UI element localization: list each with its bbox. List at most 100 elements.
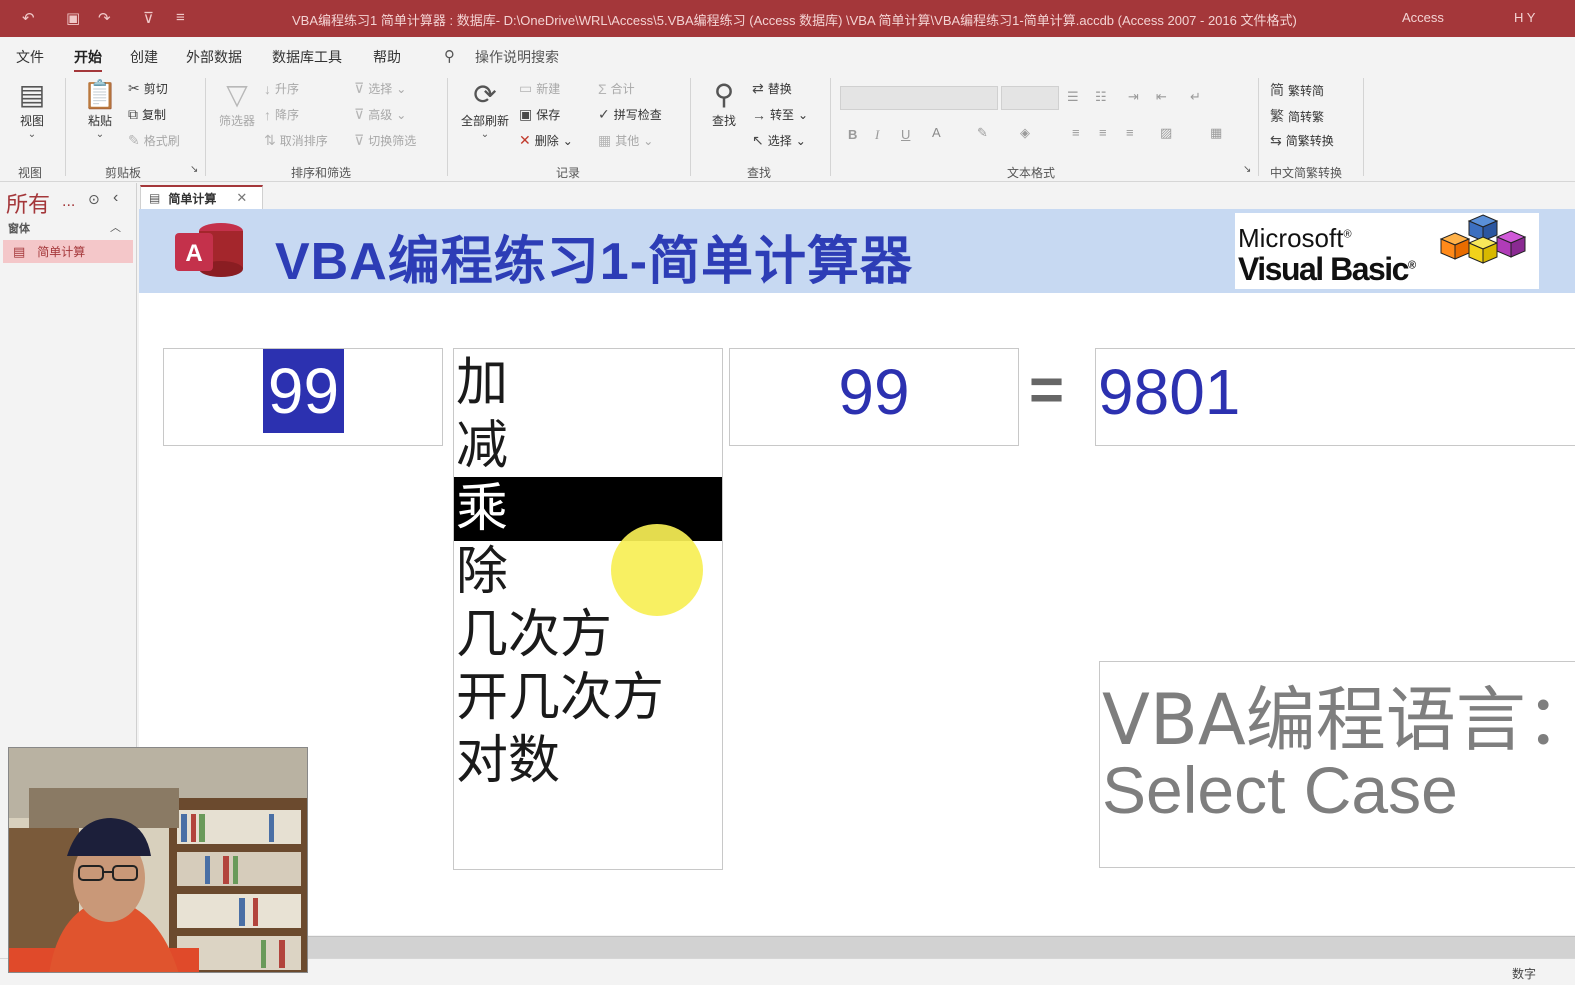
indent-increase-icon[interactable]: ⇥ xyxy=(1128,89,1139,105)
group-label-views: 视图 xyxy=(18,166,43,180)
indent-decrease-icon[interactable]: ⇤ xyxy=(1156,89,1167,105)
remove-sort-label: 取消排序 xyxy=(279,134,328,148)
copy-label: 复制 xyxy=(142,108,167,122)
horizontal-scrollbar[interactable] xyxy=(139,936,1575,958)
nav-item-form[interactable]: ▤ 简单计算 xyxy=(3,240,133,263)
operand1-textbox[interactable]: 99 xyxy=(163,348,443,446)
tab-home[interactable]: 开始 xyxy=(74,47,102,73)
view-button[interactable]: ▤ 视图 ⌄ xyxy=(10,78,54,140)
vb-logo-microsoft-text: Microsoft xyxy=(1238,223,1344,253)
ribbon-divider xyxy=(65,78,66,176)
align-center-icon[interactable]: ≡ xyxy=(1099,125,1107,140)
result-textbox[interactable]: 9801 xyxy=(1095,348,1575,446)
remove-sort-button[interactable]: ⇅ 取消排序 xyxy=(264,132,328,149)
operation-option-subtract[interactable]: 减 xyxy=(454,414,722,478)
filter-icon[interactable]: ⊽ xyxy=(143,9,154,27)
sort-ascending-button[interactable]: ↓ 升序 xyxy=(264,80,299,97)
new-record-button[interactable]: ▭ 新建 xyxy=(519,80,560,97)
collapse-pane-icon[interactable]: ‹ xyxy=(113,189,118,207)
bullets-icon[interactable]: ☰ xyxy=(1067,89,1079,105)
operation-option-power[interactable]: 几次方 xyxy=(454,603,722,667)
save-icon[interactable]: ▣ xyxy=(66,9,80,27)
nav-section-forms[interactable]: 窗体 xyxy=(8,220,30,236)
form-icon: ▤ xyxy=(13,243,26,259)
gridlines-icon[interactable]: ▦ xyxy=(1210,125,1222,141)
tab-database-tools[interactable]: 数据库工具 xyxy=(272,47,342,67)
close-icon[interactable]: ✕ xyxy=(236,190,247,206)
filter-button[interactable]: ▽ 筛选器 xyxy=(214,78,260,129)
font-color-icon[interactable]: A xyxy=(932,125,941,140)
delete-record-button[interactable]: ✕ 删除 ⌄ xyxy=(519,132,573,149)
scissors-icon: ✂ xyxy=(128,80,140,96)
nav-pane-more[interactable]: ... xyxy=(62,193,75,211)
operand2-textbox[interactable]: 99 xyxy=(729,348,1019,446)
tab-file[interactable]: 文件 xyxy=(16,47,44,67)
select-button[interactable]: ↖ 选择 ⌄ xyxy=(752,132,806,149)
spelling-button[interactable]: ✓ 拼写检查 xyxy=(598,106,662,123)
operation-option-log[interactable]: 对数 xyxy=(454,729,722,793)
nav-pane-title[interactable]: 所有 xyxy=(6,187,50,219)
refresh-all-button[interactable]: ⟳ 全部刷新 ⌄ xyxy=(455,78,515,140)
tab-help[interactable]: 帮助 xyxy=(373,47,401,67)
copy-button[interactable]: ⧉ 复制 xyxy=(128,106,166,123)
format-painter-button[interactable]: ✎ 格式刷 xyxy=(128,132,180,149)
fill-color-icon[interactable]: ◈ xyxy=(1020,125,1030,141)
chevron-down-icon: ⌄ xyxy=(643,133,654,148)
tab-create[interactable]: 创建 xyxy=(130,47,158,67)
align-right-icon[interactable]: ≡ xyxy=(1126,125,1134,140)
customize-qat-icon[interactable]: ≡ xyxy=(176,9,185,26)
find-label: 查找 xyxy=(711,114,736,128)
equals-sign: = xyxy=(1029,356,1065,423)
chinese-convert-label: 简繁转换 xyxy=(1285,134,1334,148)
lightbulb-search-icon[interactable]: ⚲ xyxy=(444,47,455,65)
tab-external-data[interactable]: 外部数据 xyxy=(186,47,242,67)
visual-basic-logo: Microsoft® Visual Basic® xyxy=(1235,213,1539,289)
dialog-launcher-icon[interactable]: ↘ xyxy=(1243,164,1251,175)
numbering-icon[interactable]: ☷ xyxy=(1095,89,1107,105)
convert-icon: ⇆ xyxy=(1270,132,1282,148)
operation-option-root[interactable]: 开几次方 xyxy=(454,666,722,730)
font-size-select[interactable] xyxy=(1001,86,1059,110)
sort-descending-button[interactable]: ↑ 降序 xyxy=(264,106,299,123)
paragraph-direction-icon[interactable]: ↵ xyxy=(1190,89,1201,105)
totals-button[interactable]: Σ 合计 xyxy=(598,80,635,97)
operation-listbox[interactable]: 加 减 乘 除 几次方 开几次方 对数 xyxy=(453,348,723,870)
chevron-up-icon[interactable]: ︿ xyxy=(110,219,121,235)
find-button[interactable]: ⚲ 查找 xyxy=(702,78,746,129)
ribbon-divider xyxy=(690,78,691,176)
background-image-icon[interactable]: ▨ xyxy=(1160,125,1172,141)
redo-icon[interactable]: ↷ xyxy=(98,9,111,27)
selection-filter-button[interactable]: ⊽ 选择 ⌄ xyxy=(354,80,406,97)
paste-button[interactable]: 📋 粘贴 ⌄ xyxy=(78,78,122,140)
bold-button[interactable]: B xyxy=(848,127,857,142)
ribbon-divider xyxy=(447,78,448,176)
user-initials[interactable]: H Y xyxy=(1514,10,1535,25)
document-tab[interactable]: ▤ 简单计算 ✕ xyxy=(140,185,263,209)
replace-button[interactable]: ⇄ 替换 xyxy=(752,80,792,97)
operation-option-add[interactable]: 加 xyxy=(454,351,722,415)
nav-pane-menu-icon[interactable]: ⊙ xyxy=(88,191,100,208)
chinese-convert-button[interactable]: ⇆ 简繁转换 xyxy=(1270,132,1334,149)
replace-label: 替换 xyxy=(767,82,792,96)
sort-ascending-icon: ↓ xyxy=(264,80,271,97)
app-name: Access xyxy=(1402,10,1444,25)
view-label: 视图 xyxy=(19,114,44,128)
vb-logo-visual-basic: Visual Basic® xyxy=(1238,251,1416,288)
goto-button[interactable]: → 转至 ⌄ xyxy=(752,106,808,123)
simplified-to-traditional-button[interactable]: 繁简转繁 xyxy=(1270,106,1324,126)
font-name-select[interactable] xyxy=(840,86,998,110)
toggle-filter-button[interactable]: ⊽ 切换筛选 xyxy=(354,132,416,149)
cut-button[interactable]: ✂ 剪切 xyxy=(128,80,168,97)
undo-icon[interactable]: ↶ xyxy=(22,9,35,27)
tell-me-search[interactable]: 操作说明搜索 xyxy=(475,47,559,67)
chevron-down-icon: ⌄ xyxy=(795,133,806,148)
align-left-icon[interactable]: ≡ xyxy=(1072,125,1080,140)
italic-button[interactable]: I xyxy=(875,127,879,143)
more-button[interactable]: ▦ 其他 ⌄ xyxy=(598,132,653,149)
dialog-launcher-icon[interactable]: ↘ xyxy=(190,164,198,175)
traditional-to-simplified-button[interactable]: 简繁转简 xyxy=(1270,80,1324,100)
underline-button[interactable]: U xyxy=(901,127,910,142)
highlight-icon[interactable]: ✎ xyxy=(977,125,988,141)
advanced-filter-button[interactable]: ⊽ 高级 ⌄ xyxy=(354,106,406,123)
save-record-button[interactable]: ▣ 保存 xyxy=(519,106,560,123)
